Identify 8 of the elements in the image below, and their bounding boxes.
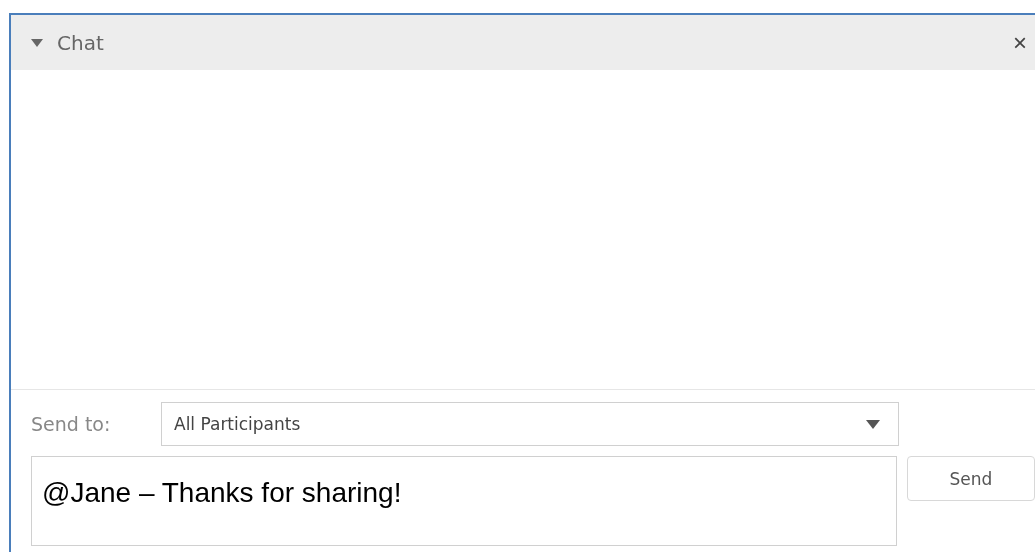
message-field[interactable]: @Jane – Thanks for sharing! <box>31 456 897 546</box>
caret-icon[interactable] <box>31 37 43 48</box>
send-button[interactable]: Send <box>907 456 1035 501</box>
caret-icon <box>866 419 880 429</box>
panel-title: Chat <box>57 30 104 55</box>
send-to-label: Send to: <box>31 413 112 435</box>
recipient-dropdown[interactable]: All Participants <box>161 402 899 446</box>
close-button[interactable]: × <box>1013 28 1027 57</box>
